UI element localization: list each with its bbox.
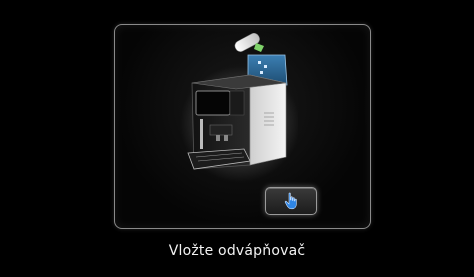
instruction-panel xyxy=(114,24,371,229)
instruction-message: Vložte odvápňovač xyxy=(168,243,306,259)
descaler-tablet-icon xyxy=(234,32,264,52)
descaling-screen: Vložte odvápňovač xyxy=(0,0,474,277)
hand-tap-icon xyxy=(284,192,297,210)
confirm-hand-button[interactable] xyxy=(265,187,317,215)
coffee-machine-descaler-illustration xyxy=(180,32,298,182)
